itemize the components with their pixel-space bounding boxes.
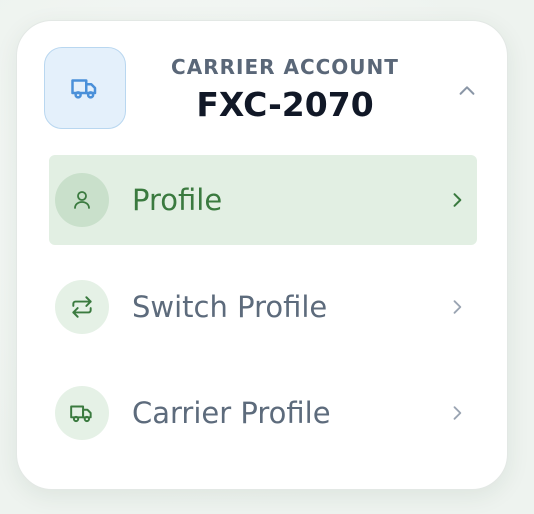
truck-icon (70, 405, 92, 423)
menu-item-label: Carrier Profile (132, 396, 331, 430)
chevron-right-icon (445, 295, 469, 319)
switch-profile-icon-badge (55, 280, 109, 334)
account-menu-card: CARRIER ACCOUNT FXC-2070 Profile Switch … (16, 20, 508, 490)
account-id: FXC-2070 (196, 85, 374, 124)
truck-icon (71, 79, 97, 99)
account-avatar (44, 47, 126, 129)
menu-item-label: Profile (132, 183, 223, 217)
menu-item-switch-profile[interactable]: Switch Profile (49, 262, 477, 352)
chevron-up-icon (459, 86, 475, 95)
user-icon (74, 191, 90, 209)
account-header[interactable]: CARRIER ACCOUNT FXC-2070 (17, 21, 507, 155)
profile-icon-badge (55, 173, 109, 227)
carrier-profile-icon-badge (55, 386, 109, 440)
account-label: CARRIER ACCOUNT (171, 55, 399, 79)
chevron-right-icon (445, 188, 469, 212)
menu-item-label: Switch Profile (132, 290, 328, 324)
menu-item-carrier-profile[interactable]: Carrier Profile (49, 368, 477, 458)
switch-arrows-icon (72, 296, 92, 318)
collapse-button[interactable] (449, 73, 485, 109)
menu-item-profile[interactable]: Profile (49, 155, 477, 245)
chevron-right-icon (445, 401, 469, 425)
